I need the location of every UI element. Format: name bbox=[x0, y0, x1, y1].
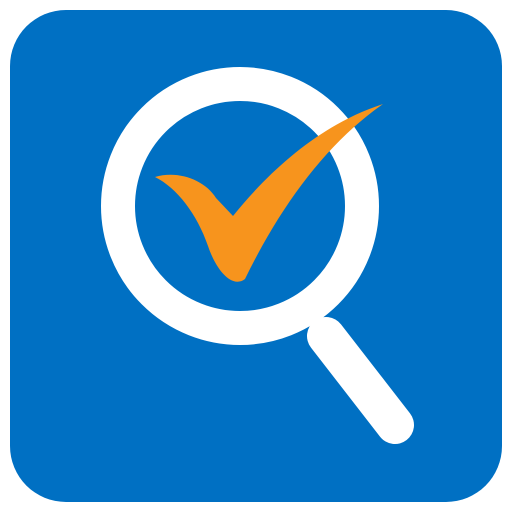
app-icon[interactable] bbox=[0, 0, 512, 512]
search-check-icon bbox=[10, 10, 502, 502]
